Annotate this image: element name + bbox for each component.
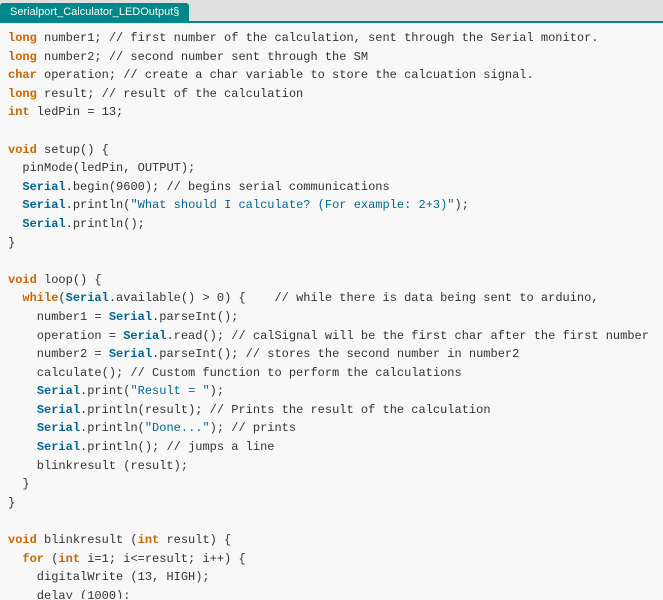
code-line: } <box>8 234 655 253</box>
tab-bar: Serialport_Calculator_LEDOutput§ <box>0 0 663 23</box>
code-line: digitalWrite (13, HIGH); <box>8 568 655 587</box>
code-line: Serial.println(); <box>8 215 655 234</box>
code-line: operation = Serial.read(); // calSignal … <box>8 327 655 346</box>
code-line: void setup() { <box>8 141 655 160</box>
code-line: void blinkresult (int result) { <box>8 531 655 550</box>
code-line <box>8 512 655 531</box>
code-line: char operation; // create a char variabl… <box>8 66 655 85</box>
code-line: number1 = Serial.parseInt(); <box>8 308 655 327</box>
code-line: long number1; // first number of the cal… <box>8 29 655 48</box>
code-line: Serial.begin(9600); // begins serial com… <box>8 178 655 197</box>
code-line <box>8 252 655 271</box>
code-line: pinMode(ledPin, OUTPUT); <box>8 159 655 178</box>
code-line: long result; // result of the calculatio… <box>8 85 655 104</box>
code-line: calculate(); // Custom function to perfo… <box>8 364 655 383</box>
code-line: Serial.println("Done..."); // prints <box>8 419 655 438</box>
code-line: void loop() { <box>8 271 655 290</box>
code-line: while(Serial.available() > 0) { // while… <box>8 289 655 308</box>
code-line: Serial.println("What should I calculate?… <box>8 196 655 215</box>
code-line <box>8 122 655 141</box>
code-line: Serial.print("Result = "); <box>8 382 655 401</box>
code-line: } <box>8 494 655 513</box>
code-line: Serial.println(); // jumps a line <box>8 438 655 457</box>
code-line: for (int i=1; i<=result; i++) { <box>8 550 655 569</box>
code-line: number2 = Serial.parseInt(); // stores t… <box>8 345 655 364</box>
code-area[interactable]: long number1; // first number of the cal… <box>0 23 663 599</box>
code-line: int ledPin = 13; <box>8 103 655 122</box>
code-line: } <box>8 475 655 494</box>
code-line: delay (1000); <box>8 587 655 599</box>
code-line: Serial.println(result); // Prints the re… <box>8 401 655 420</box>
active-tab[interactable]: Serialport_Calculator_LEDOutput§ <box>0 3 189 21</box>
code-line: blinkresult (result); <box>8 457 655 476</box>
code-line: long number2; // second number sent thro… <box>8 48 655 67</box>
